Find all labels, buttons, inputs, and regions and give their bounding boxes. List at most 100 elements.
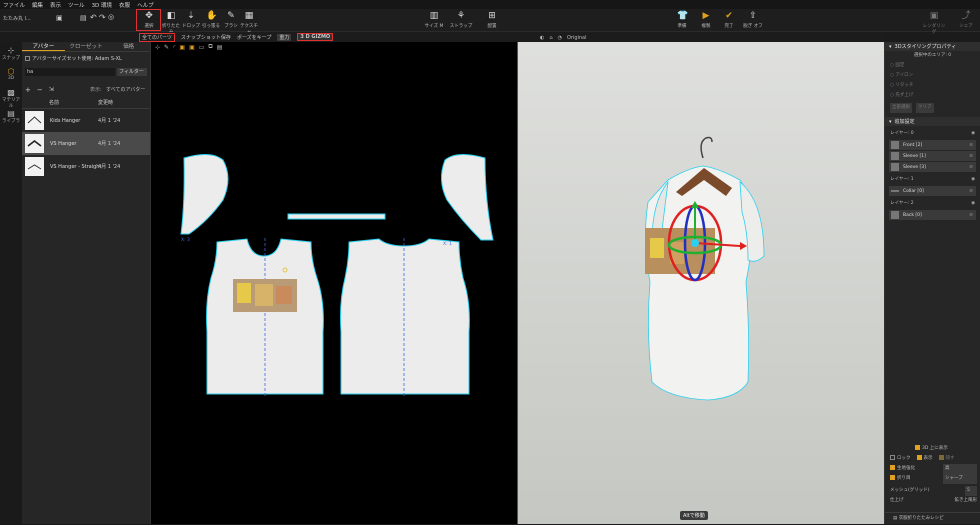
share-icon: ⤴ [961,11,971,21]
fold-strength-dropdown[interactable]: 高 [943,464,977,474]
menu-icon[interactable]: ≡ [969,213,973,218]
option-fix[interactable]: ○ 固定 [885,61,980,71]
add-icon[interactable]: + [25,86,31,94]
redo-icon[interactable]: ↷ [99,13,106,22]
strip-3d[interactable]: ⬡ 3D [0,67,22,81]
menu-icon[interactable]: ≡ [969,143,973,148]
size-set-checkbox[interactable] [25,56,30,61]
original-dropdown[interactable]: Original [567,35,587,41]
import-icon[interactable]: ⇲ [49,86,54,93]
hanger-thumbnail [25,134,44,153]
eye-icon[interactable]: ◉ [971,199,975,209]
done-button[interactable]: ✔ 完了 [717,11,741,29]
strip-snap[interactable]: ⊹ スナップ [0,46,22,61]
avatar-3d-view[interactable] [518,42,884,524]
gravity-button[interactable]: 重力 [277,33,292,41]
lock-toggle[interactable]: ロック [890,454,911,464]
drop-tool-button[interactable]: ⇣ ドロップ [180,11,202,29]
layer-item[interactable]: Sleeve [3] ≡ [889,162,976,172]
garment-3d [645,136,765,401]
menu-garment[interactable]: 衣服 [119,1,130,9]
piece-swatch [891,152,899,160]
menu-3d-env[interactable]: 3D 環境 [92,1,112,9]
display-dropdown[interactable]: すべてのアバター [106,86,145,93]
section-styling[interactable]: ▾ 3Dスタイリングプロパティ [885,42,980,51]
strip-material[interactable]: ▩ マテリアル [0,88,22,109]
layer-item[interactable]: Front [2] ≡ [889,140,976,150]
list-item[interactable]: VS Hanger - Straight 4月 1 '24 [22,155,150,178]
select-all-button[interactable]: 全部選択 [890,103,912,113]
check-icon: ✔ [725,11,733,21]
collapse-icon: ▾ [889,43,892,50]
camera-icon[interactable]: ◎ [108,13,114,21]
hide-toggle[interactable]: 隠す [938,454,955,464]
option-lift[interactable]: ○ 先ず上げ [885,91,980,101]
col-date[interactable]: 変更時 [98,99,113,106]
play-icon: ▶ [702,11,710,21]
eye-icon[interactable]: ◉ [971,175,975,185]
option-retouch[interactable]: ○ リタッチ [885,81,980,91]
list-item[interactable]: VS Hanger 4月 1 '24 [22,132,150,155]
menu-icon[interactable]: ≡ [969,165,973,170]
strip-library[interactable]: ▤ ライブラ [0,109,22,124]
menu-view[interactable]: 表示 [50,1,61,9]
fold-recipe-footer[interactable]: ▤ 衣服折りたたみレシピ [885,512,980,524]
show-3d-checkbox[interactable] [915,445,920,450]
all-parts-dropdown[interactable]: 全てのパーツ [139,32,175,42]
shading-icon[interactable]: ◔ [558,35,562,41]
pose-keep-button[interactable]: ポーズをキープ [237,34,271,41]
play-button[interactable]: ▶ 複製 [694,11,718,29]
section-extra[interactable]: ▾ 追加設定 [885,117,980,126]
fold-settings: 3D 上に表示 ロック 表示 隠す 生地強化 高 折り目 シャープ メッシュ(グ… [885,444,980,506]
label-x1: X: 1 [443,242,452,247]
menu-help[interactable]: ヘルプ [137,1,154,9]
menu-icon[interactable]: ≡ [969,189,973,194]
undo-icon[interactable]: ↶ [90,13,97,22]
eye-icon[interactable]: ◉ [971,129,975,139]
tab-price[interactable]: 価格 [107,42,150,51]
place-icon: ⊞ [488,11,496,21]
layer-item[interactable]: Sleeve [1] ≡ [889,151,976,161]
col-name[interactable]: 名前 [49,99,59,106]
file-title[interactable]: たたみ丸 l... [3,15,31,22]
snapshot-button[interactable]: スナップショット保存 [181,34,231,41]
show-3d-row[interactable]: 3D 上に表示 [885,444,980,454]
piece-swatch [891,163,899,171]
prepare-button[interactable]: 👕 準備 [670,11,694,29]
strap-button[interactable]: ⚘ ストラップ [449,11,473,29]
remove-icon[interactable]: − [37,86,43,94]
show-toggle[interactable]: 表示 [916,454,933,464]
filter-button[interactable]: フィルター [117,67,147,76]
gizmo-toggle[interactable]: 3 D GIZMO [297,33,334,41]
option-iron[interactable]: ○ アイロン [885,71,980,81]
place-button[interactable]: ⊞ 配置 [480,11,504,29]
lock-view-icon[interactable]: ⌂ [549,35,552,41]
clear-button[interactable]: クリア [916,103,934,113]
mesh-input[interactable]: 5 [965,486,977,496]
folder-icon[interactable]: ▣ [56,14,63,22]
share-button[interactable]: ⤴ シェア [955,11,977,29]
view-mode-icon[interactable]: ◐ [540,35,544,41]
layer-2-label: レイヤー: 2 ◉ [885,199,980,209]
pattern-2d-view[interactable]: ⊹ ✎ ◜ ▣ ▣ ▭ ⧉ ▤ X: 3 X: 1 [151,42,517,524]
size-button[interactable]: ▥ サイズ M [422,11,446,29]
release-button[interactable]: ⇧ 脱ぎ オフ [740,11,766,29]
save-icon[interactable]: ▤ [80,14,87,22]
left-icon-strip: ⊹ スナップ ⬡ 3D ▩ マテリアル ▤ ライブラ [0,42,22,524]
tab-closet[interactable]: クローゼット [65,42,108,51]
piece-swatch [891,190,899,192]
search-input[interactable]: ha [25,67,115,76]
size-set-row[interactable]: アバターサイズセット使用: Adam S-XL [22,52,150,65]
render-button[interactable]: ▣ レンダリング [922,11,946,35]
list-item[interactable]: Kids Hanger 4月 1 '24 [22,109,150,132]
menu-icon[interactable]: ≡ [969,154,973,159]
menu-tools[interactable]: ツール [68,1,85,9]
menu-file[interactable]: ファイル [3,1,25,9]
layer-item[interactable]: Collar [0] ≡ [889,186,976,196]
tab-avatar[interactable]: アバター [22,42,65,51]
layer-item[interactable]: Back [0] ≡ [889,210,976,220]
finish-value[interactable]: 鉱き上風形 [955,496,978,506]
fold-line-dropdown[interactable]: シャープ [943,474,977,484]
menu-edit[interactable]: 編集 [32,1,43,9]
pull-tool-button[interactable]: ✋ 引っ張る [200,11,222,29]
